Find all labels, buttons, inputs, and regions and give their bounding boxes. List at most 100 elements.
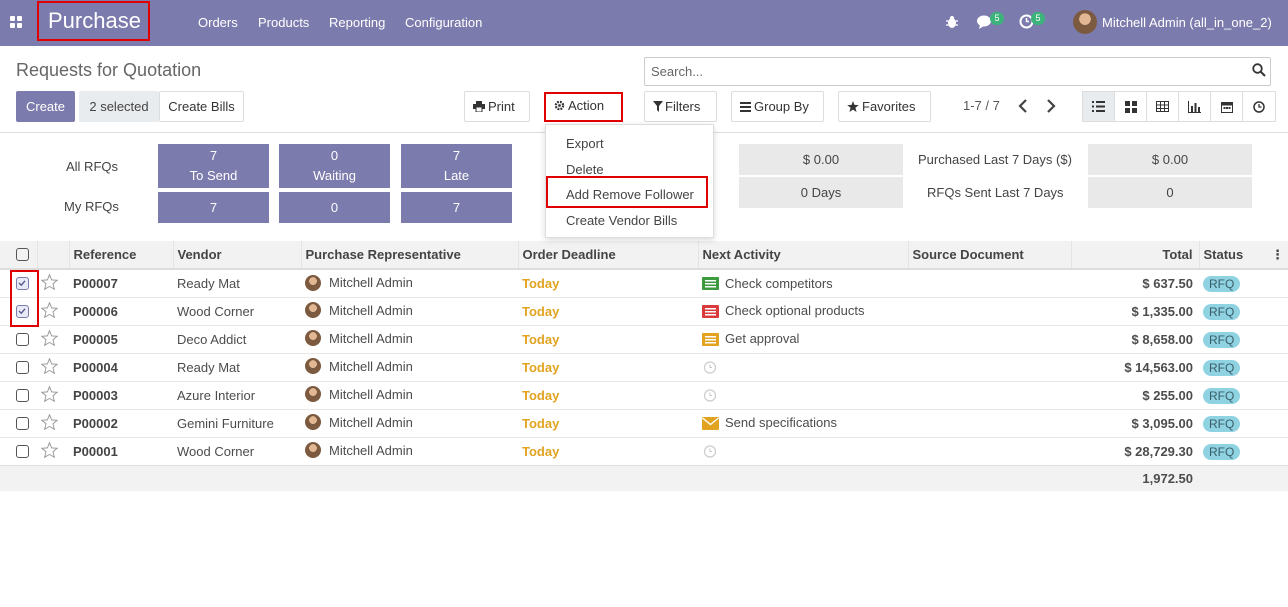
chevron-left-icon[interactable]: [1017, 99, 1029, 113]
row-next-activity-cell[interactable]: [698, 436, 908, 465]
row-favorite-cell[interactable]: [37, 436, 69, 465]
tile-to-send[interactable]: 7 To Send: [158, 144, 269, 188]
star-outline-icon[interactable]: [40, 328, 59, 346]
favorites-button[interactable]: Favorites: [838, 91, 931, 122]
activity-clock-icon[interactable]: [702, 360, 719, 374]
col-next-activity[interactable]: Next Activity: [698, 241, 909, 270]
menu-orders[interactable]: Orders: [198, 15, 238, 30]
row-checkbox[interactable]: [16, 360, 29, 374]
row-next-activity-cell[interactable]: [698, 352, 908, 381]
app-brand[interactable]: Purchase: [37, 1, 150, 41]
row-checkbox[interactable]: [16, 388, 29, 402]
table-row[interactable]: P00004 Ready Mat Mitchell Admin Today $ 14,5…: [0, 352, 1288, 381]
row-next-activity-cell[interactable]: [698, 380, 908, 409]
row-select-cell[interactable]: [0, 408, 37, 437]
status-badge: RFQ: [1203, 275, 1241, 292]
my-waiting[interactable]: 0: [279, 192, 390, 223]
table-row[interactable]: P00006 Wood Corner Mitchell Admin Today Chec…: [0, 296, 1288, 325]
row-favorite-cell[interactable]: [37, 380, 69, 409]
star-outline-icon[interactable]: [40, 273, 59, 291]
menu-item-delete[interactable]: Delete: [566, 162, 604, 177]
row-reference: P00001: [69, 436, 173, 465]
kanban-view-button[interactable]: [1115, 92, 1147, 121]
row-representative-cell: Mitchell Admin: [301, 408, 518, 437]
follower-highlight: [546, 176, 708, 208]
col-vendor[interactable]: Vendor: [173, 241, 302, 270]
table-row[interactable]: P00001 Wood Corner Mitchell Admin Today $ 28…: [0, 436, 1288, 465]
create-bills-button[interactable]: Create Bills: [159, 91, 244, 122]
chevron-right-icon[interactable]: [1045, 99, 1057, 113]
pivot-view-button[interactable]: [1147, 92, 1179, 121]
optional-columns-icon[interactable]: ⋮: [1271, 247, 1284, 263]
search-input[interactable]: [645, 58, 1235, 85]
row-next-activity-cell[interactable]: Get approval: [698, 324, 908, 353]
graph-view-button[interactable]: [1179, 92, 1211, 121]
row-select-cell[interactable]: [0, 324, 37, 353]
pager-value[interactable]: 1-7 / 7: [963, 98, 1000, 113]
chat-count-badge: 5: [990, 12, 1004, 25]
row-favorite-cell[interactable]: [37, 296, 69, 325]
calendar-view-button[interactable]: [1211, 92, 1243, 121]
star-outline-icon[interactable]: [40, 412, 59, 430]
row-next-activity-cell[interactable]: Check optional products: [698, 296, 908, 325]
pivot-table-icon: [1156, 101, 1169, 112]
table-header-row: Reference Vendor Purchase Representative…: [0, 241, 1288, 270]
envelope-icon: [702, 416, 719, 430]
list-view-button[interactable]: [1083, 92, 1115, 121]
footer-total: 1,972.50: [1071, 464, 1199, 491]
row-checkbox[interactable]: [16, 332, 29, 346]
star-outline-icon[interactable]: [40, 300, 59, 318]
row-favorite-cell[interactable]: [37, 408, 69, 437]
print-button[interactable]: Print: [464, 91, 530, 122]
menu-configuration[interactable]: Configuration: [405, 15, 482, 30]
table-row[interactable]: P00007 Ready Mat Mitchell Admin Today Check …: [0, 268, 1288, 297]
col-source-document[interactable]: Source Document: [908, 241, 1072, 270]
col-total[interactable]: Total: [1071, 241, 1200, 270]
menu-reporting[interactable]: Reporting: [329, 15, 385, 30]
row-select-cell[interactable]: [0, 380, 37, 409]
menu-item-create-vendor-bills[interactable]: Create Vendor Bills: [566, 213, 677, 228]
row-vendor: Ready Mat: [173, 268, 301, 297]
col-purchase-representative[interactable]: Purchase Representative: [301, 241, 519, 270]
user-avatar[interactable]: [1073, 10, 1097, 34]
activity-clock-icon[interactable]: [702, 444, 719, 458]
row-checkbox[interactable]: [16, 444, 29, 458]
user-menu[interactable]: Mitchell Admin (all_in_one_2): [1102, 15, 1272, 30]
my-late[interactable]: 7: [401, 192, 512, 223]
table-row[interactable]: P00005 Deco Addict Mitchell Admin Today Get …: [0, 324, 1288, 353]
row-next-activity-cell[interactable]: Send specifications: [698, 408, 908, 437]
my-to-send[interactable]: 7: [158, 192, 269, 223]
tile-late[interactable]: 7 Late: [401, 144, 512, 188]
col-reference[interactable]: Reference: [69, 241, 174, 270]
activity-view-button[interactable]: [1243, 92, 1275, 121]
table-row[interactable]: P00003 Azure Interior Mitchell Admin Today $…: [0, 380, 1288, 409]
row-select-cell[interactable]: [0, 352, 37, 381]
menu-products[interactable]: Products: [258, 15, 309, 30]
late-count: 7: [452, 148, 461, 163]
create-button[interactable]: Create: [16, 91, 75, 122]
tile-waiting[interactable]: 0 Waiting: [279, 144, 390, 188]
menu-item-export[interactable]: Export: [566, 136, 604, 151]
row-favorite-cell[interactable]: [37, 268, 69, 297]
select-all-header[interactable]: [0, 241, 38, 270]
star-outline-icon[interactable]: [40, 356, 59, 374]
col-status[interactable]: Status ⋮: [1199, 241, 1288, 270]
star-outline-icon[interactable]: [40, 384, 59, 402]
row-select-cell[interactable]: [0, 436, 37, 465]
row-reference: P00006: [69, 296, 173, 325]
apps-grid-icon[interactable]: [10, 16, 23, 29]
col-order-deadline[interactable]: Order Deadline: [518, 241, 699, 270]
row-favorite-cell[interactable]: [37, 352, 69, 381]
debug-bug-icon[interactable]: [945, 15, 959, 29]
group-by-button[interactable]: Group By: [731, 91, 824, 122]
table-row[interactable]: P00002 Gemini Furniture Mitchell Admin Toda…: [0, 408, 1288, 437]
row-favorite-cell[interactable]: [37, 324, 69, 353]
filters-button[interactable]: Filters: [644, 91, 717, 122]
search-icon[interactable]: [1252, 63, 1266, 77]
clock-icon: [1253, 100, 1265, 113]
activity-clock-icon[interactable]: [702, 388, 719, 402]
row-checkbox[interactable]: [16, 416, 29, 430]
star-outline-icon[interactable]: [40, 440, 59, 458]
row-next-activity-cell[interactable]: Check competitors: [698, 268, 908, 297]
select-all-checkbox[interactable]: [16, 248, 29, 262]
